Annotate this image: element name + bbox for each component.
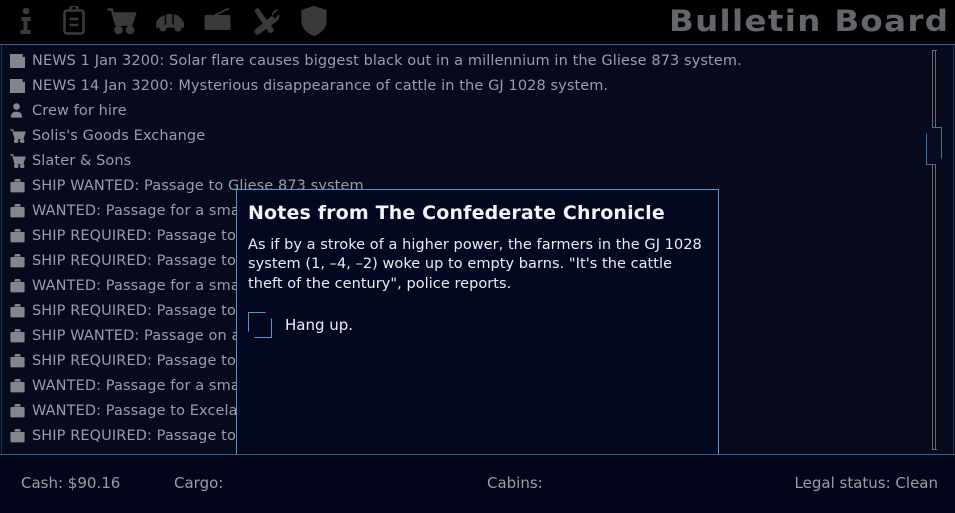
cart-icon[interactable] [102,2,142,40]
hang-up-button[interactable]: Hang up. [248,312,353,338]
tools-icon[interactable] [246,2,286,40]
news-dialog: Notes from The Confederate Chronicle As … [236,189,719,454]
briefcase-icon [10,277,32,295]
list-item[interactable]: Slater & Sons [0,148,925,173]
cart-icon [10,152,32,170]
hexagon-button-icon[interactable] [248,312,272,338]
cargo-label: Cargo: [174,474,224,492]
scrollbar-thumb[interactable] [926,127,942,165]
briefcase-icon [10,327,32,345]
list-item-label: NEWS 1 Jan 3200: Solar flare causes bigg… [32,52,742,69]
radio-icon[interactable] [198,2,238,40]
news-icon [10,52,32,70]
scrollbar-track[interactable] [932,50,937,450]
list-item[interactable]: Crew for hire [0,98,925,123]
clipboard-icon[interactable] [54,2,94,40]
list-item-label: Solis's Goods Exchange [32,127,206,144]
briefcase-icon [10,427,32,445]
briefcase-icon [10,227,32,245]
cabins-label: Cabins: [487,474,543,492]
briefcase-icon [10,252,32,270]
cash-value: Cash: $90.16 [21,474,121,492]
list-item[interactable]: NEWS 14 Jan 3200: Mysterious disappearan… [0,73,925,98]
person-icon [10,102,32,120]
briefcase-icon [10,352,32,370]
car-icon[interactable] [150,2,190,40]
briefcase-icon [10,202,32,220]
cart-icon [10,127,32,145]
dialog-title: Notes from The Confederate Chronicle [248,202,665,224]
bulletin-list-panel: NEWS 1 Jan 3200: Solar flare causes bigg… [0,44,955,455]
briefcase-icon [10,402,32,420]
list-item-label: Slater & Sons [32,152,132,169]
hang-up-label: Hang up. [285,316,354,334]
dialog-body: As if by a stroke of a higher power, the… [248,237,702,292]
top-toolbar: Bulletin Board [0,0,955,41]
shield-icon[interactable] [294,2,334,40]
briefcase-icon [10,302,32,320]
briefcase-icon [10,377,32,395]
briefcase-icon [10,177,32,195]
list-item[interactable]: NEWS 1 Jan 3200: Solar flare causes bigg… [0,48,925,73]
list-scrollbar[interactable] [929,50,939,450]
list-item[interactable]: Solis's Goods Exchange [0,123,925,148]
news-icon [10,77,32,95]
list-item-label: NEWS 14 Jan 3200: Mysterious disappearan… [32,77,609,94]
info-icon[interactable] [6,2,46,40]
status-bar: Cash: $90.16 Cargo: 2t used 7t free Cabi… [0,456,955,513]
list-item-label: Crew for hire [32,102,127,119]
toolbar-icon-group [6,0,334,41]
legal-status: Legal status: Clean [794,474,938,492]
page-title: Bulletin Board [668,4,949,38]
bulletin-board-screen: Bulletin Board NEWS 1 Jan 3200: Solar fl… [0,0,955,513]
